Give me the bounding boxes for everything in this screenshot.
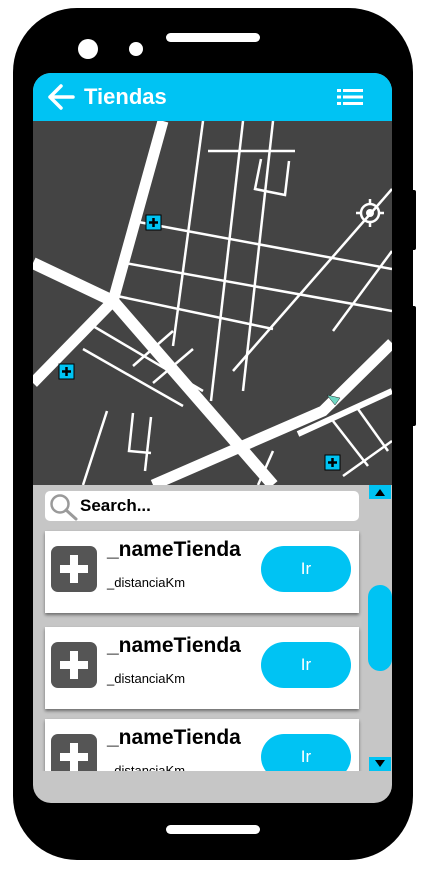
search-input[interactable]: Search... bbox=[45, 491, 359, 521]
app-screen: Tiendas Search... _nameTienda _distancia… bbox=[33, 73, 392, 803]
chevron-down-icon bbox=[375, 760, 385, 767]
plus-marker-icon bbox=[324, 454, 341, 471]
store-name: _nameTienda bbox=[107, 726, 241, 749]
chevron-up-icon bbox=[375, 489, 385, 496]
store-name: _nameTienda bbox=[107, 634, 241, 657]
store-distance: _distanciaKm bbox=[107, 575, 186, 590]
map-streets bbox=[33, 121, 392, 485]
speaker-grille bbox=[166, 33, 260, 42]
page-title: Tiendas bbox=[84, 84, 167, 109]
go-button[interactable]: Ir bbox=[261, 642, 351, 688]
volume-button bbox=[410, 190, 416, 250]
search-placeholder: Search... bbox=[80, 496, 151, 515]
list-icon[interactable] bbox=[337, 87, 363, 107]
home-bar[interactable] bbox=[166, 825, 260, 834]
scrollbar-thumb[interactable] bbox=[368, 585, 392, 671]
scroll-up-button[interactable] bbox=[369, 485, 391, 499]
map-view[interactable] bbox=[33, 121, 392, 485]
store-distance: _distanciaKm bbox=[107, 671, 186, 686]
plus-icon bbox=[51, 642, 97, 688]
plus-icon bbox=[51, 734, 97, 771]
list-item[interactable]: _nameTienda _distanciaKm Ir bbox=[45, 627, 359, 709]
sensor-icon bbox=[129, 42, 143, 56]
search-icon bbox=[50, 494, 78, 521]
plus-marker-icon bbox=[58, 363, 75, 380]
plus-marker-icon bbox=[145, 214, 162, 231]
crosshair-icon[interactable] bbox=[355, 198, 385, 228]
arrow-left-icon[interactable] bbox=[47, 83, 75, 111]
list-item[interactable]: _nameTienda _distanciaKm Ir bbox=[45, 531, 359, 613]
plus-icon bbox=[51, 546, 97, 592]
store-distance: _distanciaKm bbox=[107, 763, 186, 771]
scroll-down-button[interactable] bbox=[369, 757, 391, 771]
store-name: _nameTienda bbox=[107, 538, 241, 561]
go-button[interactable]: Ir bbox=[261, 734, 351, 771]
go-button[interactable]: Ir bbox=[261, 546, 351, 592]
camera-icon bbox=[78, 39, 98, 59]
store-list[interactable]: _nameTienda _distanciaKm Ir _nameTienda … bbox=[33, 527, 368, 771]
app-bar: Tiendas bbox=[33, 73, 392, 121]
list-item[interactable]: _nameTienda _distanciaKm Ir bbox=[45, 719, 359, 771]
power-button bbox=[410, 306, 416, 426]
